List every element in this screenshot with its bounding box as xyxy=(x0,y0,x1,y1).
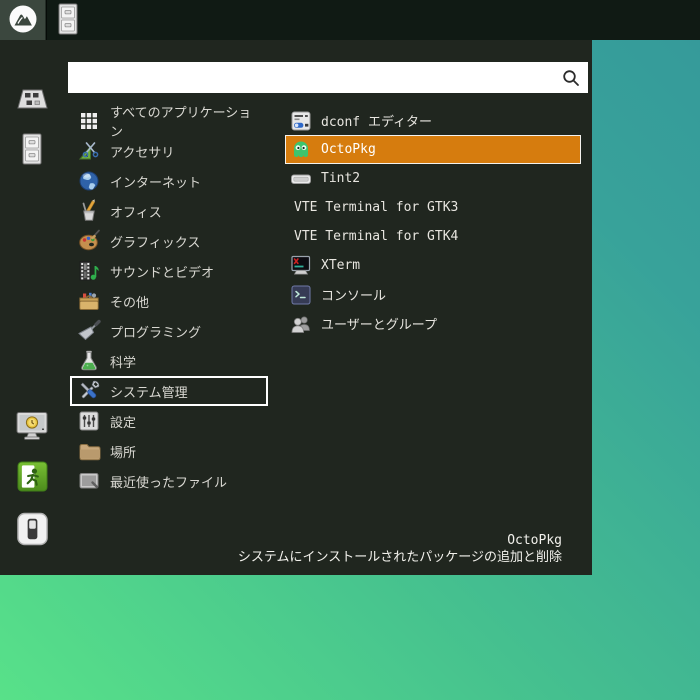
category-label: 場所 xyxy=(110,444,137,460)
recent-files-icon xyxy=(77,469,101,493)
system-tools-icon xyxy=(77,379,101,403)
app-item-vte-terminal-gtk4[interactable]: VTE Terminal for GTK4 xyxy=(285,222,581,251)
app-label: VTE Terminal for GTK4 xyxy=(294,229,459,244)
app-item-users-groups[interactable]: ユーザーとグループ xyxy=(285,309,581,338)
octopkg-icon xyxy=(290,139,312,161)
category-list: すべてのアプリケーション アクセサリ インターネット オフィス グラフィックス … xyxy=(70,105,268,496)
app-item-xterm[interactable]: XTerm xyxy=(285,251,581,280)
category-label: 最近使ったファイル xyxy=(110,474,228,490)
logout-icon xyxy=(17,461,48,495)
toolbox-icon xyxy=(77,289,101,313)
search-icon xyxy=(558,68,584,88)
category-internet[interactable]: インターネット xyxy=(70,166,268,196)
app-label: VTE Terminal for GTK3 xyxy=(294,200,459,215)
file-cabinet-icon xyxy=(55,3,81,38)
folder-icon xyxy=(77,439,101,463)
search-input[interactable] xyxy=(68,62,558,93)
category-science[interactable]: 科学 xyxy=(70,346,268,376)
programming-icon xyxy=(77,319,101,343)
rail-logout-button[interactable] xyxy=(13,459,51,497)
app-item-octopkg[interactable]: OctoPkg xyxy=(285,135,581,164)
search-box[interactable] xyxy=(68,62,588,93)
category-label: システム管理 xyxy=(110,384,188,400)
category-settings[interactable]: 設定 xyxy=(70,406,268,436)
category-system-administration[interactable]: システム管理 xyxy=(70,376,268,406)
application-list: dconf エディター OctoPkg Tint2 VTE Terminal f… xyxy=(285,106,581,338)
category-places[interactable]: 場所 xyxy=(70,436,268,466)
category-label: プログラミング xyxy=(110,324,202,340)
selected-app-info: OctoPkg システムにインストールされたパッケージの追加と削除 xyxy=(238,532,562,567)
app-label: Tint2 xyxy=(321,171,361,186)
sound-video-icon xyxy=(77,259,101,283)
app-item-dconf-editor[interactable]: dconf エディター xyxy=(285,106,581,135)
graphics-palette-icon xyxy=(77,229,101,253)
taskbar xyxy=(0,0,700,40)
science-flask-icon xyxy=(77,349,101,373)
category-recent-files[interactable]: 最近使ったファイル xyxy=(70,466,268,496)
rail-power-button[interactable] xyxy=(13,511,51,549)
app-label: dconf エディター xyxy=(321,115,433,130)
category-label: アクセサリ xyxy=(110,144,175,160)
all-apps-grid-icon xyxy=(77,109,101,133)
file-manager-button[interactable] xyxy=(47,0,89,40)
app-item-console[interactable]: コンソール xyxy=(285,280,581,309)
category-label: サウンドとビデオ xyxy=(110,264,215,280)
distro-logo-icon xyxy=(8,4,38,37)
control-panel-icon xyxy=(15,87,49,116)
app-label: コンソール xyxy=(321,289,387,304)
settings-icon xyxy=(77,409,101,433)
app-item-vte-terminal-gtk3[interactable]: VTE Terminal for GTK3 xyxy=(285,193,581,222)
users-groups-icon xyxy=(290,313,312,335)
category-office[interactable]: オフィス xyxy=(70,196,268,226)
rail-file-manager-button[interactable] xyxy=(13,131,51,169)
category-label: 設定 xyxy=(110,414,137,430)
app-menu-popup: すべてのアプリケーション アクセサリ インターネット オフィス グラフィックス … xyxy=(0,40,592,575)
rail-display-settings-button[interactable] xyxy=(13,408,51,446)
app-menu-button[interactable] xyxy=(0,0,45,40)
globe-icon xyxy=(77,169,101,193)
selected-app-title: OctoPkg xyxy=(507,533,562,548)
category-all-applications[interactable]: すべてのアプリケーション xyxy=(70,105,268,139)
category-other[interactable]: その他 xyxy=(70,286,268,316)
office-icon xyxy=(77,199,101,223)
file-cabinet-icon xyxy=(20,132,44,169)
tint2-icon xyxy=(290,168,312,190)
category-label: すべてのアプリケーション xyxy=(110,105,252,139)
xterm-icon xyxy=(290,255,312,277)
category-label: インターネット xyxy=(110,174,202,190)
desktop-background: すべてのアプリケーション アクセサリ インターネット オフィス グラフィックス … xyxy=(0,0,700,700)
category-programming[interactable]: プログラミング xyxy=(70,316,268,346)
category-label: その他 xyxy=(110,294,150,310)
rail-control-panel-button[interactable] xyxy=(13,82,51,120)
display-clock-icon xyxy=(15,411,49,444)
category-sound-video[interactable]: サウンドとビデオ xyxy=(70,256,268,286)
category-label: グラフィックス xyxy=(110,234,201,250)
app-label: OctoPkg xyxy=(321,142,376,157)
selected-app-description: システムにインストールされたパッケージの追加と削除 xyxy=(237,550,562,565)
power-icon xyxy=(16,511,49,550)
dconf-editor-icon xyxy=(290,110,312,132)
accessories-icon xyxy=(77,139,101,163)
category-accessories[interactable]: アクセサリ xyxy=(70,136,268,166)
app-item-tint2[interactable]: Tint2 xyxy=(285,164,581,193)
category-label: オフィス xyxy=(110,204,162,220)
app-label: XTerm xyxy=(321,258,361,273)
category-graphics[interactable]: グラフィックス xyxy=(70,226,268,256)
console-icon xyxy=(290,284,312,306)
category-label: 科学 xyxy=(110,354,137,370)
app-label: ユーザーとグループ xyxy=(321,318,437,333)
